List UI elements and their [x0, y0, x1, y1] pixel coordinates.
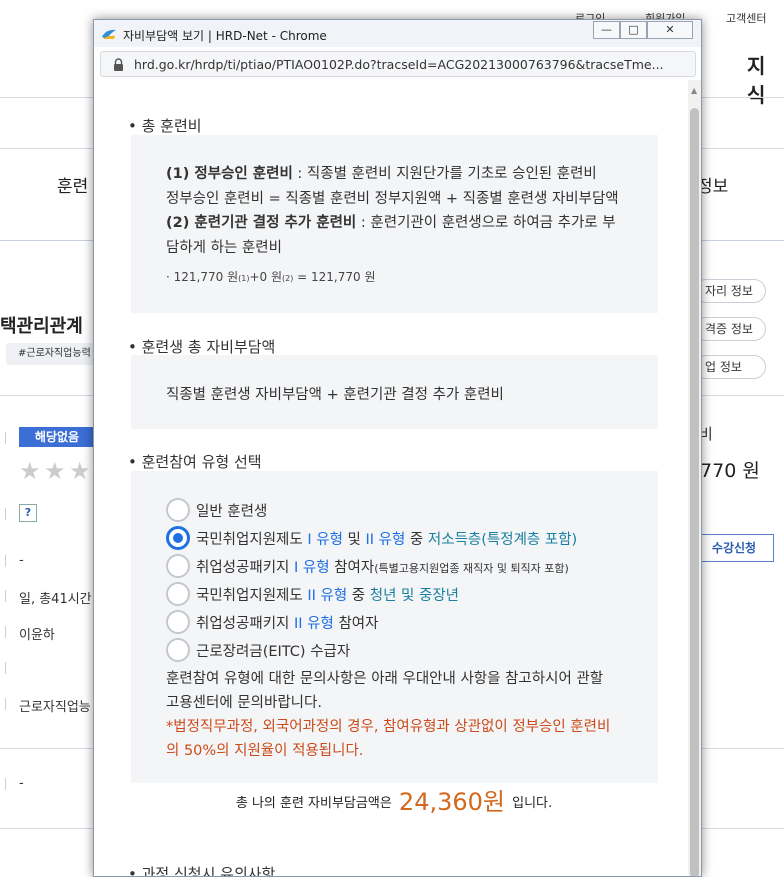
fee-term-extra: (2) 훈련기관 결정 추가 훈련비 [166, 215, 357, 231]
course-tag[interactable]: #근로자직업능력 [6, 343, 98, 365]
list-bullet [5, 698, 6, 710]
address-bar[interactable]: hrd.go.kr/hrdp/ti/ptiao/PTIAO0102P.do?tr… [100, 51, 696, 77]
opt-text: 및 [342, 532, 366, 548]
opt-text: 국민취업지원제도 [196, 532, 308, 548]
calc-sub: (2) [282, 274, 294, 283]
option-label[interactable]: 일반 훈련생 [196, 500, 267, 521]
opt-text: 참여자 [333, 616, 379, 632]
fee-line-4: 담하게 하는 훈련비 [166, 240, 282, 256]
list-bullet [5, 626, 6, 638]
total-suffix: 입니다. [512, 796, 553, 811]
opt-text: 취업성공패키지 [196, 560, 294, 576]
radio-success-package-type2[interactable] [166, 610, 190, 634]
option-label[interactable]: 취업성공패키지 I 유형 참여자(특별고용지원업종 재직자 및 퇴직자 포함) [196, 556, 569, 577]
option-label[interactable]: 국민취업지원제도 I 유형 및 II 유형 중 저소득층(특정계층 포함) [196, 528, 577, 549]
list-bullet [5, 778, 6, 790]
fee-line-2: 정부승인 훈련비 = 직종별 훈련비 정부지원액 + 직종별 훈련생 자비부담액 [166, 191, 619, 207]
inquiry-note: 훈련참여 유형에 대한 문의사항은 아래 우대안내 사항을 참고하시어 관할 [166, 671, 604, 687]
scroll-up-arrow-icon[interactable]: ▲ [691, 86, 697, 95]
opt-text: 국민취업지원제도 [196, 588, 308, 604]
opt-text: 중 [405, 532, 428, 548]
opt-text: II 유형 [294, 616, 334, 632]
hrd-net-favicon-icon [102, 29, 116, 39]
help-icon[interactable]: ? [19, 504, 37, 522]
company-info-button[interactable]: 업 정보 [694, 355, 766, 379]
section-title-self-pay: • 훈련생 총 자비부담액 [128, 338, 276, 356]
star-icon: ★ [69, 457, 91, 485]
info-value: - [19, 776, 24, 791]
popup-window: 자비부담액 보기 | HRD-Net - Chrome — □ ✕ hrd.go… [93, 19, 702, 877]
list-bullet [5, 508, 6, 520]
customer-center-link[interactable]: 고객센터 [726, 10, 766, 26]
info-value: 일, 총41시간 [19, 592, 92, 607]
radio-general-trainee[interactable] [166, 498, 190, 522]
option-label[interactable]: 취업성공패키지 II 유형 참여자 [196, 612, 378, 633]
opt-text: 취업성공패키지 [196, 616, 294, 632]
maximize-button[interactable]: □ [620, 21, 647, 39]
calc-part: · 121,770 원 [166, 270, 239, 284]
total-self-pay: 총 나의 훈련 자비부담금액은 24,360원 입니다. [94, 782, 694, 817]
list-bullet [5, 432, 6, 444]
list-bullet [5, 555, 6, 567]
opt-text: I 유형 [307, 532, 343, 548]
calc-part: +0 원 [249, 270, 282, 284]
fee-calculation: · 121,770 원(1)+0 원(2) = 121,770 원 [166, 268, 376, 285]
fee-line-3: (2) 훈련기관 결정 추가 훈련비 : 훈련기관이 훈련생으로 하여금 추가로… [166, 211, 616, 232]
certificate-info-button[interactable]: 격증 정보 [694, 317, 766, 341]
list-bullet [5, 662, 6, 674]
section-title-precautions: • 과정 신청시 유의사항 [128, 865, 276, 877]
info-value: 근로자직업능 [19, 700, 91, 715]
option-label[interactable]: 국민취업지원제도 II 유형 중 청년 및 중장년 [196, 584, 459, 605]
info-value: 이윤하 [19, 628, 55, 643]
radio-national-employment-low-income[interactable] [166, 526, 190, 550]
star-icon: ★ [19, 457, 41, 485]
radio-success-package-type1[interactable] [166, 554, 190, 578]
url-text[interactable]: hrd.go.kr/hrdp/ti/ptiao/PTIAO0102P.do?tr… [134, 57, 689, 72]
fee-line-1: (1) 정부승인 훈련비 : 직종별 훈련비 지원단가를 기초로 승인된 훈련비 [166, 162, 597, 183]
warning-note: *법정직무과정, 외국어과정의 경우, 참여유형과 상관없이 정부승인 훈련비 [166, 719, 611, 735]
close-button[interactable]: ✕ [647, 21, 693, 39]
list-bullet [5, 590, 6, 602]
window-title: 자비부담액 보기 | HRD-Net - Chrome [123, 29, 327, 43]
opt-text: II 유형 [365, 532, 406, 548]
minimize-button[interactable]: — [593, 21, 620, 39]
opt-text: 중 [347, 588, 370, 604]
lock-icon [114, 58, 123, 71]
info-value: - [19, 553, 24, 568]
window-titlebar[interactable]: 자비부담액 보기 | HRD-Net - Chrome — □ ✕ [94, 20, 701, 47]
job-info-button[interactable]: 자리 정보 [694, 279, 766, 303]
fee-desc-gov: : 직종별 훈련비 지원단가를 기초로 승인된 훈련비 [292, 166, 597, 182]
opt-text: 청년 및 중장년 [369, 588, 460, 604]
total-amount: 24,360원 [398, 788, 505, 816]
inquiry-note: 고용센터에 문의바랍니다. [166, 695, 322, 711]
course-title: 택관리관계 [0, 316, 83, 337]
section-title-participation-type: • 훈련참여 유형 선택 [128, 453, 262, 471]
status-badge: 해당없음 [19, 427, 95, 447]
star-icon: ★ [44, 457, 66, 485]
radio-national-employment-type2[interactable] [166, 582, 190, 606]
fee-desc-extra: : 훈련기관이 훈련생으로 하여금 추가로 부 [356, 215, 616, 231]
apply-button[interactable]: 수강신청 [694, 534, 774, 562]
opt-text: 참여자 [329, 560, 375, 576]
fee-term-gov: (1) 정부승인 훈련비 [166, 166, 293, 182]
calc-part: = 121,770 원 [293, 270, 376, 284]
section-title-total-fee: • 총 훈련비 [128, 117, 202, 135]
scrollbar-thumb[interactable] [690, 108, 699, 876]
opt-text: (특별고용지원업종 재직자 및 퇴직자 포함) [374, 562, 569, 575]
option-label[interactable]: 근로장려금(EITC) 수급자 [196, 640, 350, 661]
opt-text: 저소득층(특정계층 포함) [427, 532, 578, 548]
total-prefix: 총 나의 훈련 자비부담금액은 [235, 796, 392, 811]
self-pay-formula: 직종별 훈련생 자비부담액 + 훈련기관 결정 추가 훈련비 [166, 387, 504, 403]
vertical-scrollbar[interactable]: ▲ [688, 80, 701, 876]
radio-eitc-recipient[interactable] [166, 638, 190, 662]
calc-sub: (1) [238, 274, 250, 283]
warning-note: 의 50%의 지원율이 적용됩니다. [166, 743, 364, 759]
site-brand[interactable]: 지식 [747, 50, 784, 108]
nav-item-training[interactable]: 훈련 [57, 172, 88, 197]
popup-content: • 총 훈련비 (1) 정부승인 훈련비 : 직종별 훈련비 지원단가를 기초로… [94, 80, 701, 877]
opt-text: I 유형 [294, 560, 330, 576]
course-price: ,770 원 [694, 460, 760, 482]
opt-text: II 유형 [307, 588, 348, 604]
